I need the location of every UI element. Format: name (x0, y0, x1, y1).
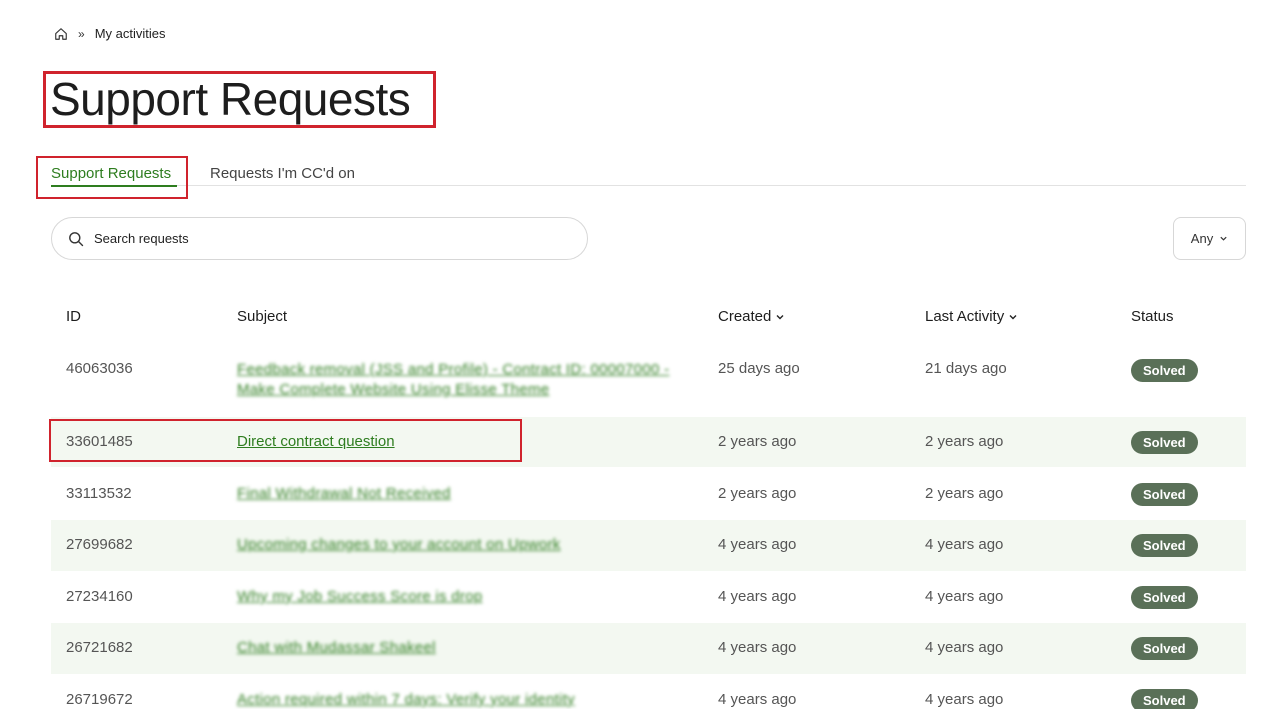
search-bar (51, 217, 588, 260)
request-subject-link[interactable]: Upcoming changes to your account on Upwo… (237, 535, 561, 555)
breadcrumb-current[interactable]: My activities (95, 26, 166, 41)
status-badge: Solved (1131, 689, 1198, 709)
request-subject-link[interactable]: Feedback removal (JSS and Profile) - Con… (237, 360, 677, 400)
request-subject-link[interactable]: Action required within 7 days: Verify yo… (237, 690, 575, 709)
table-row[interactable]: 33113532 Final Withdrawal Not Received 2… (51, 468, 1246, 520)
column-header-last-activity-label: Last Activity (925, 308, 1005, 325)
tabs-bar: Support Requests Requests I'm CC'd on (51, 160, 1246, 187)
request-subject-line-1: Feedback removal (JSS and Profile) - Con… (237, 361, 670, 378)
row-highlight-box (49, 419, 522, 462)
request-id: 46063036 (66, 360, 133, 377)
column-header-created[interactable]: Created (718, 308, 785, 325)
table-row[interactable]: 27234160 Why my Job Success Score is dro… (51, 571, 1246, 623)
column-header-last-activity[interactable]: Last Activity (925, 308, 1018, 325)
request-subject-text: Upcoming changes to your account on Upwo… (237, 536, 561, 553)
request-created: 25 days ago (718, 360, 800, 377)
request-created: 4 years ago (718, 639, 797, 656)
table-row[interactable]: 46063036 Feedback removal (JSS and Profi… (51, 345, 1246, 415)
table-row[interactable]: 26719672 Action required within 7 days: … (51, 674, 1246, 709)
status-badge: Solved (1131, 637, 1198, 660)
request-last-activity: 4 years ago (925, 588, 1004, 605)
request-last-activity: 4 years ago (925, 536, 1004, 553)
request-subject-text: Chat with Mudassar Shakeel (237, 639, 436, 656)
table-row[interactable]: 27699682 Upcoming changes to your accoun… (51, 520, 1246, 571)
request-created: 4 years ago (718, 536, 797, 553)
search-icon (69, 231, 84, 246)
request-id: 26719672 (66, 691, 133, 708)
request-last-activity: 21 days ago (925, 360, 1007, 377)
request-id: 26721682 (66, 639, 133, 656)
request-subject-text: Why my Job Success Score is drop (237, 588, 483, 605)
chevron-down-icon (1220, 236, 1227, 241)
request-subject-link[interactable]: Why my Job Success Score is drop (237, 587, 483, 607)
request-last-activity: 2 years ago (925, 485, 1004, 502)
request-subject-link[interactable]: Chat with Mudassar Shakeel (237, 638, 436, 658)
table-header: ID Subject Created Last Activity Status (0, 308, 1280, 328)
request-created: 2 years ago (718, 485, 797, 502)
status-badge: Solved (1131, 483, 1198, 506)
request-subject-link[interactable]: Final Withdrawal Not Received (237, 484, 451, 504)
chevron-down-icon (1009, 314, 1017, 319)
status-badge: Solved (1131, 431, 1198, 454)
request-created: 2 years ago (718, 433, 797, 450)
breadcrumb: » My activities (54, 26, 165, 41)
chevron-down-icon (776, 314, 784, 319)
column-header-status: Status (1131, 308, 1174, 325)
status-filter-value: Any (1190, 231, 1214, 246)
request-id: 33113532 (66, 485, 132, 502)
request-id: 27699682 (66, 536, 133, 553)
request-last-activity: 2 years ago (925, 433, 1004, 450)
title-highlight-box (43, 71, 436, 128)
request-subject-text: Action required within 7 days: Verify yo… (237, 691, 575, 708)
request-id: 27234160 (66, 588, 133, 605)
tab-highlight-box (36, 156, 188, 199)
request-created: 4 years ago (718, 588, 797, 605)
status-filter-dropdown[interactable]: Any (1173, 217, 1246, 260)
status-badge: Solved (1131, 534, 1198, 557)
breadcrumb-separator: » (78, 26, 85, 41)
status-badge: Solved (1131, 586, 1198, 609)
column-header-id: ID (66, 308, 81, 325)
status-badge: Solved (1131, 359, 1198, 382)
search-input[interactable] (94, 231, 554, 246)
column-header-created-label: Created (718, 308, 772, 325)
home-icon[interactable] (54, 27, 68, 41)
table-row[interactable]: 26721682 Chat with Mudassar Shakeel 4 ye… (51, 623, 1246, 674)
request-last-activity: 4 years ago (925, 639, 1004, 656)
request-created: 4 years ago (718, 691, 797, 708)
tab-requests-cc[interactable]: Requests I'm CC'd on (210, 165, 355, 182)
request-last-activity: 4 years ago (925, 691, 1004, 708)
request-subject-text: Final Withdrawal Not Received (237, 485, 451, 502)
column-header-subject: Subject (237, 308, 288, 325)
request-subject-line-2: Make Complete Website Using Elisse Theme (237, 381, 550, 398)
